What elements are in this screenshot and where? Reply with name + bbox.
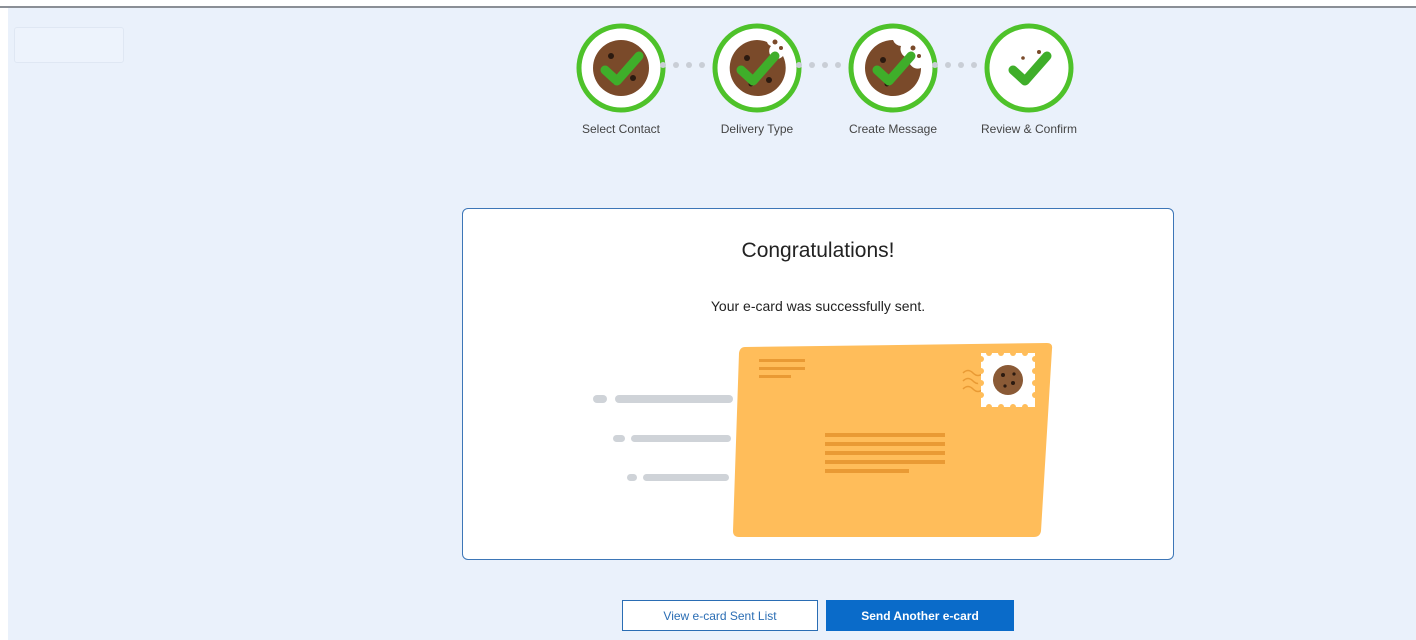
step-label: Delivery Type (720, 122, 794, 136)
step-select-contact[interactable]: Select Contact (566, 22, 676, 136)
progress-stepper: Select Contact Delivery Type Create Mess… (566, 22, 1086, 142)
cookie-check-icon (848, 23, 938, 113)
step-connector (932, 62, 977, 68)
window-top-rule (0, 0, 1416, 8)
cookie-stamp (978, 350, 1038, 410)
step-label: Create Message (848, 122, 938, 136)
confirmation-card: Congratulations! Your e-card was success… (462, 208, 1174, 560)
cookie-check-icon (984, 23, 1074, 113)
envelope-illustration (593, 343, 1053, 537)
step-label: Select Contact (581, 122, 661, 136)
step-connector (660, 62, 705, 68)
confirmation-title: Congratulations! (741, 239, 895, 262)
step-review-confirm[interactable]: Review & Confirm (974, 22, 1084, 136)
step-create-message[interactable]: Create Message (838, 22, 948, 136)
left-panel-edge (0, 8, 8, 640)
view-sent-list-button[interactable]: View e-card Sent List (622, 600, 818, 631)
cookie-check-icon (576, 23, 666, 113)
step-delivery-type[interactable]: Delivery Type (702, 22, 812, 136)
confirmation-message: Your e-card was successfully sent. (710, 298, 926, 314)
left-panel-placeholder (14, 27, 124, 63)
cookie-check-icon (712, 23, 802, 113)
step-label: Review & Confirm (980, 122, 1078, 136)
send-another-ecard-button[interactable]: Send Another e-card (826, 600, 1014, 631)
step-connector (796, 62, 841, 68)
motion-lines (593, 395, 733, 481)
